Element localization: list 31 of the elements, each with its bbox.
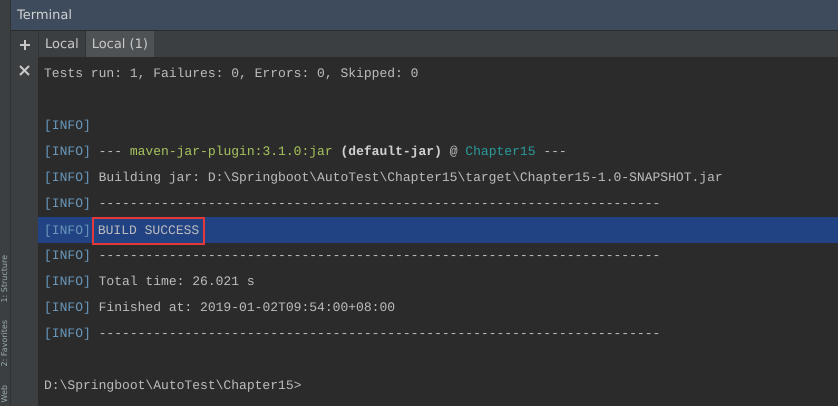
log-level-tag: [INFO] [44,196,91,211]
log-text: ------------------------------------------------------------------------ [98,196,660,211]
log-text: ------------------------------------------------------------------------ [98,326,660,341]
log-level-tag: [INFO] [44,144,91,159]
log-text: @ [448,144,458,159]
log-level-tag: [INFO] [44,170,91,185]
log-text: ------------------------------------------------------------------------ [98,248,660,263]
tool-window-label[interactable]: 2: Favorites [0,320,10,367]
plugin-name: maven-jar-plugin:3.1.0:jar [130,144,333,159]
terminal-tab[interactable]: Local (1) [84,31,154,57]
log-level-tag: [INFO] [44,118,91,133]
tool-window-label[interactable]: 1: Structure [0,254,10,302]
log-level-tag: [INFO] [44,326,91,341]
tool-window-label[interactable]: Web [0,384,10,402]
project-name: Chapter15 [465,144,536,159]
window-title: Terminal [17,8,72,22]
close-icon[interactable] [19,65,30,76]
log-text: Building jar: D:\Springboot\AutoTest\Chapter15\target\Chapter15-1.0-SNAPSHOT.jar [98,170,723,185]
log-text: --- [98,144,124,159]
log-level-tag: [INFO] [44,223,91,238]
build-status: BUILD SUCCESS [92,217,206,245]
log-text: --- [542,144,567,159]
log-text: Total time: 26.021 s [98,274,255,289]
log-text: Tests run: 1, Failures: 0, Errors: 0, Skipped: 0 [44,66,418,81]
add-icon[interactable] [18,39,30,51]
log-level-tag: [INFO] [44,248,91,263]
goal-name: (default-jar) [339,144,442,159]
command-prompt: D:\Springboot\AutoTest\Chapter15> [44,378,302,393]
log-level-tag: [INFO] [44,300,91,315]
log-text: Finished at: 2019-01-02T09:54:00+08:00 [98,300,396,315]
log-level-tag: [INFO] [44,274,91,289]
